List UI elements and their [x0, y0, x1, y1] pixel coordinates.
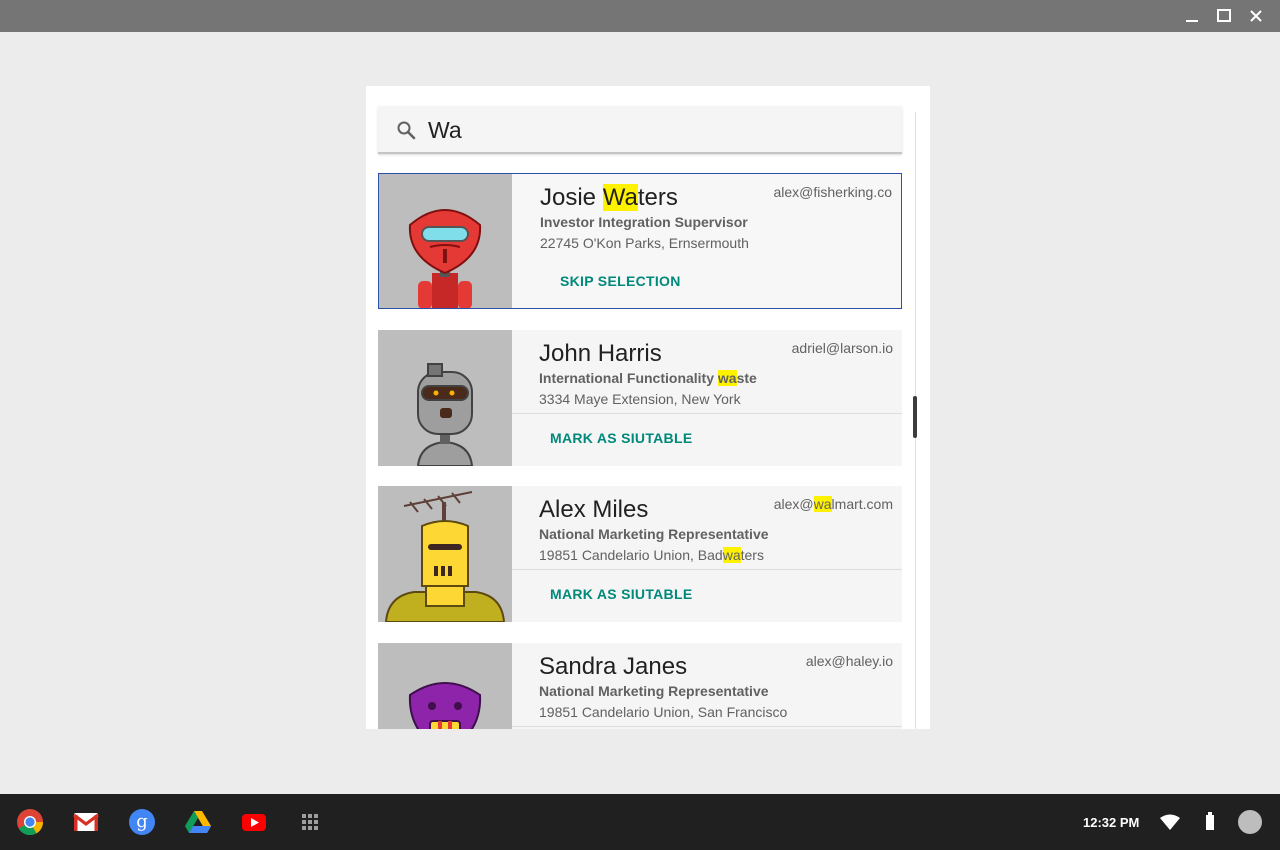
contact-email: adriel@larson.io	[791, 340, 893, 356]
search-icon[interactable]	[394, 118, 418, 142]
maximize-icon[interactable]	[1214, 6, 1234, 26]
search-highlight: wa	[813, 496, 832, 512]
contact-card-john-harris[interactable]: John Harris adriel@larson.io Internation…	[378, 330, 902, 466]
contact-name: Josie Waters	[540, 184, 678, 211]
gmail-icon[interactable]	[72, 808, 100, 836]
search-highlight: wa	[717, 370, 737, 386]
youtube-icon[interactable]	[240, 808, 268, 836]
battery-icon[interactable]	[1205, 810, 1215, 839]
system-clock[interactable]: 12:32 PM	[1083, 815, 1139, 830]
card-divider	[512, 569, 902, 570]
robot-avatar-red	[379, 174, 512, 308]
contact-address: 19851 Candelario Union, Badwaters	[539, 547, 764, 563]
wifi-icon[interactable]	[1160, 814, 1180, 835]
search-highlight: Wa	[602, 184, 638, 211]
contact-role: International Functionality waste	[539, 370, 757, 386]
contact-name: John Harris	[539, 340, 662, 367]
card-divider	[512, 413, 902, 414]
contact-role: National Marketing Representative	[539, 683, 769, 699]
contact-role: Investor Integration Supervisor	[540, 214, 748, 230]
contact-card-sandra-janes[interactable]: Sandra Janes alex@haley.io National Mark…	[378, 643, 902, 729]
skip-selection-button[interactable]: SKIP SELECTION	[560, 273, 681, 289]
search-highlight: wa	[722, 547, 741, 563]
contact-name: Sandra Janes	[539, 653, 688, 680]
account-avatar[interactable]	[1238, 810, 1262, 834]
scrollbar-thumb[interactable]	[913, 396, 917, 438]
window-title-bar	[0, 0, 1280, 32]
contact-card-josie-waters[interactable]: Josie Waters alex@fisherking.co Investor…	[378, 173, 902, 309]
drive-icon[interactable]	[184, 808, 212, 836]
mark-as-suitable-button[interactable]: MARK AS SIUTABLE	[550, 430, 692, 446]
contact-role: National Marketing Representative	[539, 526, 769, 542]
contact-address: 19851 Candelario Union, San Francisco	[539, 704, 788, 720]
search-bar	[378, 106, 902, 154]
contact-email: alex@walmart.com	[773, 496, 893, 512]
close-icon[interactable]	[1246, 6, 1266, 26]
contact-address: 3334 Maye Extension, New York	[539, 391, 741, 407]
robot-avatar-yellow	[378, 486, 512, 622]
contact-name: Alex Miles	[539, 496, 649, 523]
card-divider	[512, 726, 902, 727]
contact-email: alex@haley.io	[805, 653, 893, 669]
contact-address: 22745 O'Kon Parks, Ernsermouth	[540, 235, 749, 251]
svg-text:g: g	[136, 811, 148, 832]
minimize-icon[interactable]	[1182, 6, 1202, 26]
contact-card-alex-miles[interactable]: Alex Miles alex@walmart.com National Mar…	[378, 486, 902, 622]
robot-avatar-grey	[378, 330, 512, 466]
mark-as-suitable-button[interactable]: MARK AS SIUTABLE	[550, 586, 692, 602]
contacts-panel: Josie Waters alex@fisherking.co Investor…	[366, 86, 930, 729]
chrome-icon[interactable]	[16, 808, 44, 836]
taskbar: g 12:32 PM	[0, 794, 1280, 850]
robot-avatar-purple	[378, 643, 512, 729]
contact-email: alex@fisherking.co	[773, 184, 893, 200]
search-input[interactable]	[428, 114, 888, 146]
google-search-icon[interactable]: g	[128, 808, 156, 836]
app-launcher-icon[interactable]	[296, 808, 324, 836]
